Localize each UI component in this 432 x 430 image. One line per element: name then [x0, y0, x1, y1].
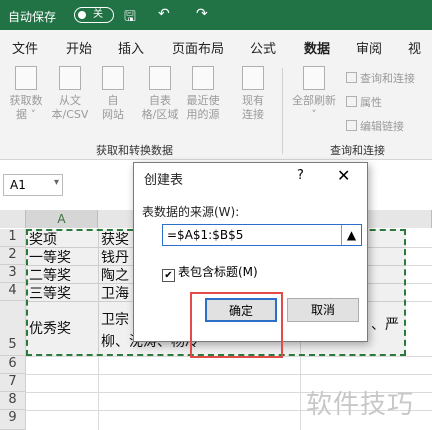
connection-icon — [242, 66, 264, 90]
row-header-5[interactable]: 5 — [0, 301, 26, 356]
edit-links-label: 编辑链接 — [360, 120, 404, 133]
refresh-all-line2: ˅ — [311, 108, 317, 121]
toggle-knob — [78, 11, 86, 19]
close-icon[interactable]: ✕ — [337, 166, 350, 185]
row-header-6[interactable]: 6 — [0, 356, 26, 374]
group-separator — [282, 68, 283, 154]
row-header-9[interactable]: 9 — [0, 410, 26, 430]
undo-icon[interactable]: ↶ — [158, 6, 170, 22]
refresh-icon — [303, 66, 325, 90]
from-text-csv-button[interactable]: 从文 本/CSV — [50, 66, 90, 122]
properties-label: 属性 — [360, 96, 382, 109]
help-button[interactable]: ? — [297, 168, 304, 183]
row-header-2[interactable]: 2 — [0, 247, 26, 265]
ribbon-tabs: 文件 开始 插入 页面布局 公式 数据 审阅 视图 — [0, 30, 432, 76]
clock-file-icon — [192, 66, 214, 90]
existing-connections-line1: 现有 — [242, 94, 264, 107]
tab-file[interactable]: 文件 — [12, 38, 38, 57]
row-header-1[interactable]: 1 — [0, 229, 26, 247]
existing-connections-button[interactable]: 现有 连接 — [236, 66, 270, 122]
has-headers-label: 表包含标题(M) — [178, 265, 258, 279]
from-web-button[interactable]: 自 网站 — [96, 66, 130, 122]
ok-highlight-box — [190, 292, 283, 358]
table-icon — [149, 66, 171, 90]
redo-icon[interactable]: ↷ — [196, 6, 208, 22]
from-text-line2: 本/CSV — [51, 108, 89, 121]
tab-insert[interactable]: 插入 — [118, 38, 144, 57]
name-box[interactable]: A1 ▾ — [3, 174, 63, 196]
row-header-4[interactable]: 4 — [0, 283, 26, 301]
properties-icon — [346, 96, 357, 107]
tab-formulas[interactable]: 公式 — [250, 38, 276, 57]
from-web-line1: 自 — [107, 94, 119, 107]
edit-links-icon — [346, 120, 357, 131]
web-icon — [102, 66, 124, 90]
autosave-label: 自动保存 — [8, 10, 57, 24]
properties-button[interactable]: 属性 — [346, 94, 382, 110]
row-header-7[interactable]: 7 — [0, 374, 26, 392]
dialog-title: 创建表 — [144, 173, 184, 188]
cancel-button[interactable]: 取消 — [287, 298, 359, 322]
recent-sources-button[interactable]: 最近使 用的源 — [182, 66, 224, 122]
autosave-state: 关 — [93, 9, 103, 20]
checkbox-checked-icon[interactable]: ✔ — [162, 269, 175, 282]
from-table-line2: 格/区域 — [141, 108, 179, 121]
column-header-a[interactable]: A — [26, 210, 98, 228]
database-icon — [15, 66, 37, 90]
recent-sources-line2: 用的源 — [186, 108, 220, 121]
text-file-icon — [59, 66, 81, 90]
queries-icon — [346, 72, 357, 83]
row-header-3[interactable]: 3 — [0, 265, 26, 283]
refresh-all-line1: 全部刷新 — [292, 94, 336, 107]
title-bar: 自动保存 关 🖫 ↶ ↷ — [0, 0, 432, 30]
queries-connections-label: 查询和连接 — [360, 72, 415, 85]
get-data-line2: 据 ˅ — [16, 108, 36, 121]
has-headers-checkbox[interactable]: ✔ 表包含标题(M) — [162, 263, 258, 282]
tab-review[interactable]: 审阅 — [356, 38, 382, 57]
from-table-button[interactable]: 自表 格/区域 — [140, 66, 180, 122]
name-box-value: A1 — [10, 178, 26, 192]
from-web-line2: 网站 — [102, 108, 124, 121]
from-text-line1: 从文 — [59, 94, 81, 107]
collapse-dialog-icon[interactable]: ▲ — [341, 225, 361, 245]
save-icon[interactable]: 🖫 — [124, 6, 136, 30]
get-transform-group-label: 获取和转换数据 — [96, 144, 173, 157]
grid-line — [26, 374, 432, 375]
tab-page-layout[interactable]: 页面布局 — [172, 38, 224, 57]
source-label: 表数据的来源(W): — [142, 205, 240, 219]
recent-sources-line1: 最近使 — [186, 94, 220, 107]
from-table-line1: 自表 — [149, 94, 171, 107]
range-value: =$A$1:$B$5 — [167, 228, 244, 242]
range-input[interactable]: =$A$1:$B$5 ▲ — [162, 224, 362, 246]
existing-connections-line2: 连接 — [242, 108, 264, 121]
autosave-toggle[interactable]: 关 — [74, 7, 114, 23]
refresh-all-button[interactable]: 全部刷新 ˅ — [288, 66, 340, 122]
row-header-8[interactable]: 8 — [0, 392, 26, 410]
tab-home[interactable]: 开始 — [66, 38, 92, 57]
queries-connections-button[interactable]: 查询和连接 — [346, 70, 415, 86]
chevron-down-icon[interactable]: ▾ — [54, 177, 59, 188]
edit-links-button[interactable]: 编辑链接 — [346, 118, 404, 134]
get-data-button[interactable]: 获取数 据 ˅ — [6, 66, 46, 122]
select-all-corner[interactable] — [0, 210, 26, 228]
queries-group-label: 查询和连接 — [330, 144, 385, 157]
get-data-line1: 获取数 — [9, 94, 43, 107]
watermark: 软件技巧 — [306, 390, 415, 420]
ribbon-data: 获取数 据 ˅ 从文 本/CSV 自 网站 自表 格/区域 最近使 用的源 现有… — [0, 60, 432, 160]
